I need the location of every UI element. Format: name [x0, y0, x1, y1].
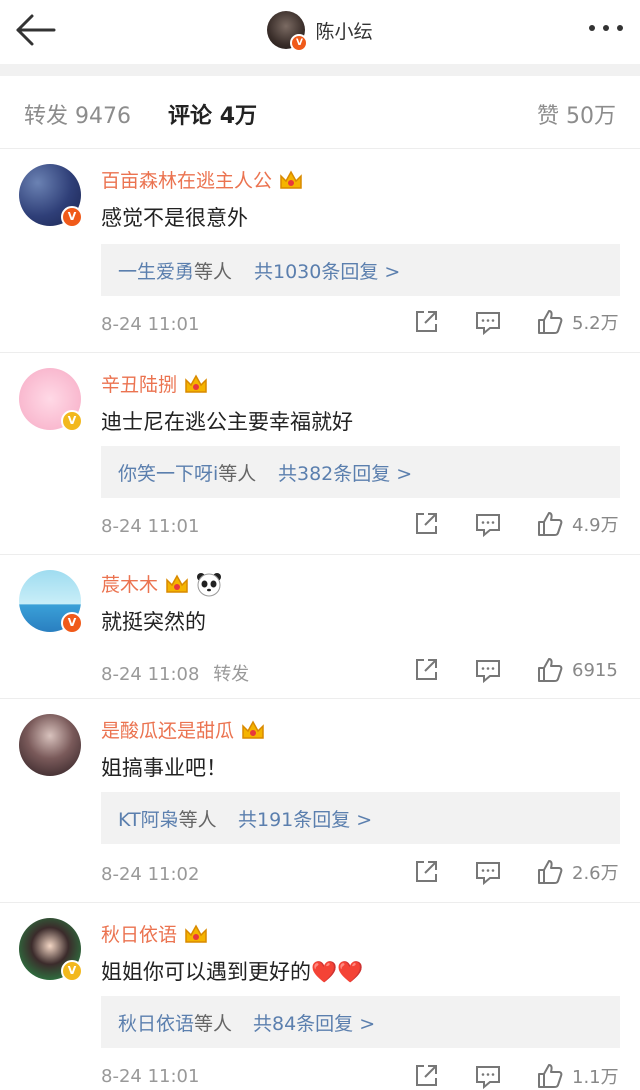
- comment-icon[interactable]: [474, 308, 502, 336]
- comment-icon[interactable]: [474, 656, 502, 684]
- share-icon[interactable]: [412, 858, 440, 886]
- reply-names[interactable]: 你笑一下呀i等人: [118, 459, 256, 486]
- comment-actions: 4.9万: [412, 510, 622, 538]
- comment-username[interactable]: 莀木木: [101, 570, 158, 597]
- comment-text: 就挺突然的: [101, 610, 206, 634]
- comment-icon[interactable]: [474, 510, 502, 538]
- comment-item: V 辛丑陆捌 迪士尼在逃公主要幸福就好 你笑一下呀i等人 共382条回复 > 8…: [0, 352, 640, 555]
- like-count: 4.9万: [572, 515, 619, 536]
- verified-badge-icon: V: [61, 206, 83, 228]
- tab-likes[interactable]: 赞 50万: [537, 98, 616, 130]
- like-icon[interactable]: [536, 510, 564, 538]
- tab-repost[interactable]: 转发 9476: [24, 98, 131, 130]
- avatar[interactable]: V: [19, 368, 83, 432]
- comment-username-row: 秋日依语: [101, 920, 209, 947]
- crown-icon: [280, 169, 302, 189]
- tab-count: 9476: [75, 104, 132, 129]
- avatar[interactable]: V: [267, 11, 309, 52]
- reply-summary[interactable]: 一生爱勇等人 共1030条回复 >: [101, 244, 620, 296]
- share-icon[interactable]: [412, 656, 440, 684]
- comment-actions: 5.2万: [412, 308, 622, 336]
- reply-summary[interactable]: 你笑一下呀i等人 共382条回复 >: [101, 446, 620, 498]
- share-icon[interactable]: [412, 510, 440, 538]
- comment-text: 姐姐你可以遇到更好的❤️❤️: [101, 960, 364, 984]
- comment-item: V 莀木木 就挺突然的 8-24 11:08 转发 6915: [0, 554, 640, 699]
- tab-comments[interactable]: 评论 4万: [168, 98, 257, 130]
- comment-username-row: 莀木木: [101, 570, 222, 597]
- reply-count-link[interactable]: 共84条回复 >: [253, 1009, 375, 1036]
- comment-username-row: 百亩森林在逃主人公: [101, 166, 304, 193]
- avatar[interactable]: V: [19, 570, 83, 634]
- share-icon[interactable]: [412, 308, 440, 336]
- like-icon[interactable]: [536, 858, 564, 886]
- comment-item: V 秋日依语 姐姐你可以遇到更好的❤️❤️ 秋日依语等人 共84条回复 > 8-…: [0, 902, 640, 1090]
- crown-icon: [166, 573, 188, 593]
- comment-username[interactable]: 百亩森林在逃主人公: [101, 166, 272, 193]
- like-icon[interactable]: [536, 656, 564, 684]
- reply-summary[interactable]: KT阿枭等人 共191条回复 >: [101, 792, 620, 844]
- comment-text: 迪士尼在逃公主要幸福就好: [101, 410, 353, 434]
- comment-username-row: 辛丑陆捌: [101, 370, 209, 397]
- repost-label[interactable]: 转发: [213, 664, 249, 685]
- avatar[interactable]: V: [19, 918, 83, 982]
- comment-actions: 2.6万: [412, 858, 622, 886]
- reply-names[interactable]: 秋日依语等人: [118, 1009, 232, 1036]
- page-title: 陈小纭: [315, 20, 373, 43]
- like-count: 2.6万: [572, 863, 619, 884]
- comment-item: V 百亩森林在逃主人公 感觉不是很意外 一生爱勇等人 共1030条回复 > 8-…: [0, 148, 640, 353]
- reply-names[interactable]: 一生爱勇等人: [118, 257, 232, 284]
- tab-label: 评论: [168, 104, 213, 129]
- comment-timestamp: 8-24 11:01: [101, 516, 200, 537]
- crown-icon: [185, 923, 207, 943]
- top-bar: V 陈小纭: [0, 0, 640, 64]
- comment-actions: 6915: [412, 656, 622, 684]
- comment-username[interactable]: 是酸瓜还是甜瓜: [101, 716, 234, 743]
- reply-count-link[interactable]: 共1030条回复 >: [254, 257, 400, 284]
- like-count: 6915: [572, 659, 618, 681]
- timestamp-text: 8-24 11:08: [101, 664, 200, 685]
- verified-badge-icon: V: [61, 410, 83, 432]
- avatar[interactable]: V: [19, 164, 83, 228]
- like-icon[interactable]: [536, 308, 564, 336]
- comment-icon[interactable]: [474, 858, 502, 886]
- crown-icon: [185, 373, 207, 393]
- comment-text: 感觉不是很意外: [101, 206, 248, 230]
- verified-badge-icon: V: [61, 960, 83, 982]
- crown-icon: [242, 719, 264, 739]
- comment-timestamp: 8-24 11:02: [101, 864, 200, 885]
- tab-bar: 转发 9476 评论 4万 赞 50万: [0, 76, 640, 149]
- verified-badge-icon: V: [290, 34, 309, 52]
- tab-label: 赞: [536, 104, 559, 129]
- comment-text: 姐搞事业吧！: [101, 756, 227, 780]
- reply-count-link[interactable]: 共382条回复 >: [278, 459, 412, 486]
- title-area[interactable]: V 陈小纭: [0, 10, 640, 52]
- verified-badge-icon: V: [61, 612, 83, 634]
- tab-label: 转发: [24, 104, 69, 129]
- comment-timestamp: 8-24 11:08 转发: [101, 660, 249, 686]
- comment-username[interactable]: 秋日依语: [101, 920, 177, 947]
- like-count: 5.2万: [572, 313, 619, 334]
- reply-names[interactable]: KT阿枭等人: [118, 805, 217, 832]
- comment-timestamp: 8-24 11:01: [101, 314, 200, 335]
- like-count: 1.1万: [572, 1067, 619, 1088]
- comment-username[interactable]: 辛丑陆捌: [101, 370, 177, 397]
- reply-summary[interactable]: 秋日依语等人 共84条回复 >: [101, 996, 620, 1048]
- comment-item: 是酸瓜还是甜瓜 姐搞事业吧！ KT阿枭等人 共191条回复 > 8-24 11:…: [0, 698, 640, 903]
- avatar[interactable]: [19, 714, 81, 776]
- comment-username-row: 是酸瓜还是甜瓜: [101, 716, 266, 743]
- reply-count-link[interactable]: 共191条回复 >: [238, 805, 372, 832]
- comment-timestamp: 8-24 11:01: [101, 1066, 200, 1087]
- divider: [0, 64, 640, 76]
- tab-count: 4万: [219, 104, 257, 129]
- more-dots-icon[interactable]: [586, 18, 626, 38]
- panda-icon: [197, 572, 222, 596]
- tab-count: 50万: [566, 104, 616, 129]
